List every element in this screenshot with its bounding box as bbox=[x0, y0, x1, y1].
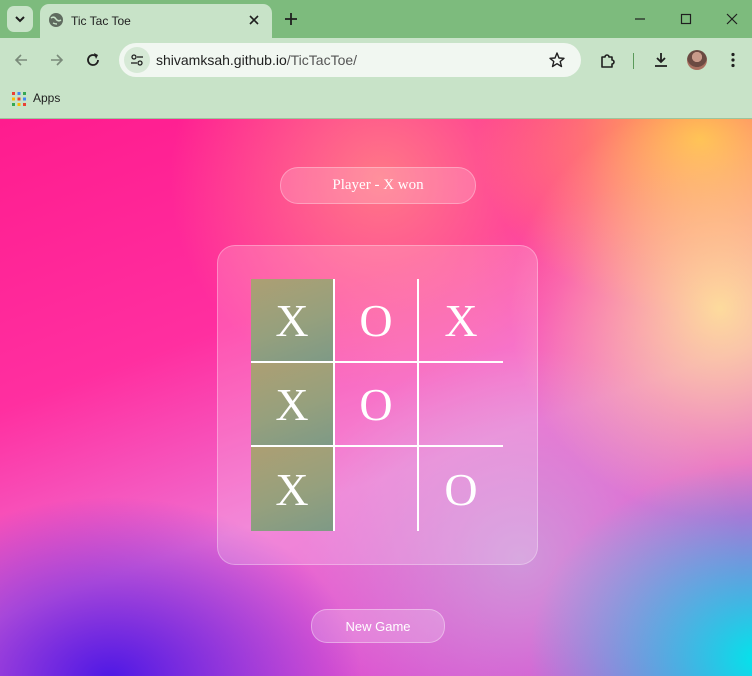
board-cell-0-1[interactable]: O bbox=[335, 279, 419, 363]
close-icon[interactable] bbox=[245, 11, 263, 29]
board-card: XOXXOXO bbox=[217, 245, 538, 565]
forward-arrow-icon[interactable] bbox=[47, 50, 67, 70]
url-host: shivamksah.github.io bbox=[156, 52, 287, 68]
download-icon[interactable] bbox=[651, 50, 671, 70]
reload-icon[interactable] bbox=[83, 50, 103, 70]
site-info-button[interactable] bbox=[124, 47, 150, 73]
chevron-down-icon bbox=[15, 16, 25, 23]
apps-grid-icon[interactable] bbox=[12, 92, 26, 106]
minimize-icon[interactable] bbox=[630, 9, 650, 29]
game-page: Player - X won XOXXOXO New Game bbox=[0, 119, 752, 676]
tab-strip: Tic Tac Toe bbox=[0, 0, 752, 38]
bookmark-star-icon[interactable] bbox=[547, 50, 567, 70]
new-game-button[interactable]: New Game bbox=[311, 609, 445, 643]
toolbar-separator bbox=[633, 53, 634, 69]
board-cell-0-2[interactable]: X bbox=[419, 279, 503, 363]
more-menu-icon[interactable] bbox=[723, 50, 743, 70]
tune-icon bbox=[131, 54, 143, 66]
board-cell-1-0[interactable]: X bbox=[251, 363, 335, 447]
bookmarks-bar: Apps bbox=[0, 83, 752, 119]
tab-tic-tac-toe[interactable]: Tic Tac Toe bbox=[40, 4, 272, 38]
url-path: /TicTacToe/ bbox=[286, 52, 358, 68]
window-close-icon[interactable] bbox=[722, 9, 742, 29]
back-arrow-icon[interactable] bbox=[11, 50, 31, 70]
url-text[interactable]: shivamksah.github.io/TicTacToe/ bbox=[156, 52, 357, 68]
board-cell-1-2[interactable] bbox=[419, 363, 503, 447]
extensions-puzzle-icon[interactable] bbox=[598, 50, 618, 70]
game-status-message: Player - X won bbox=[280, 167, 476, 204]
board-cell-2-0[interactable]: X bbox=[251, 447, 335, 531]
maximize-icon[interactable] bbox=[676, 9, 696, 29]
apps-bookmark[interactable]: Apps bbox=[33, 91, 60, 105]
board-cell-0-0[interactable]: X bbox=[251, 279, 335, 363]
globe-icon bbox=[49, 13, 63, 27]
tab-title: Tic Tac Toe bbox=[71, 14, 131, 28]
address-bar[interactable]: shivamksah.github.io/TicTacToe/ bbox=[119, 43, 581, 77]
browser-toolbar: shivamksah.github.io/TicTacToe/ bbox=[0, 38, 752, 83]
tab-search-button[interactable] bbox=[7, 6, 33, 32]
board-cell-2-1[interactable] bbox=[335, 447, 419, 531]
new-tab-icon[interactable] bbox=[281, 9, 301, 29]
tic-tac-toe-board: XOXXOXO bbox=[251, 279, 506, 534]
board-cell-2-2[interactable]: O bbox=[419, 447, 503, 531]
board-cell-1-1[interactable]: O bbox=[335, 363, 419, 447]
profile-avatar[interactable] bbox=[687, 50, 707, 70]
